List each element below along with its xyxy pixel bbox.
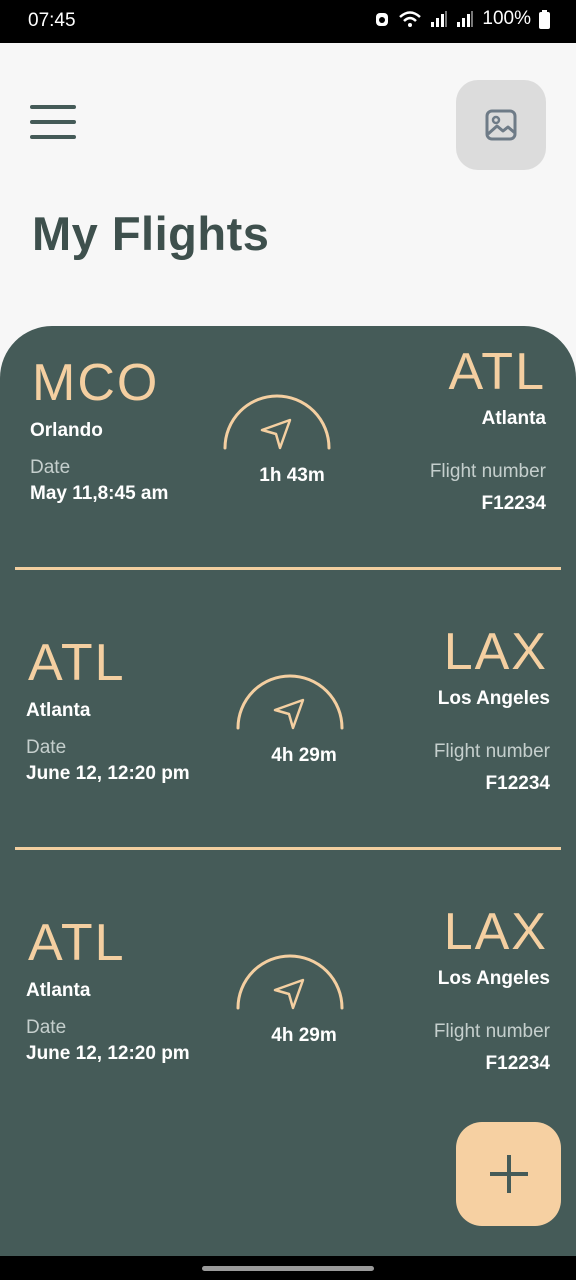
origin-code: MCO xyxy=(32,354,160,412)
destination-code: LAX xyxy=(443,903,548,961)
add-flight-button[interactable] xyxy=(456,1122,561,1226)
signal-icon-2 xyxy=(457,11,474,27)
navigation-arrow-icon xyxy=(273,698,305,730)
flight-card[interactable]: MCO Orlando Date May 11,8:45 am 1h 43m A… xyxy=(0,326,576,566)
destination-code: ATL xyxy=(448,343,546,401)
image-button[interactable] xyxy=(456,80,546,170)
origin-city: Orlando xyxy=(30,420,103,441)
flights-list: MCO Orlando Date May 11,8:45 am 1h 43m A… xyxy=(0,326,576,1256)
status-bar: 07:45 100% xyxy=(0,0,576,43)
page-title: My Flights xyxy=(32,207,270,260)
flight-date: May 11,8:45 am xyxy=(30,483,169,504)
origin-code: ATL xyxy=(28,634,126,692)
flight-number-label: Flight number xyxy=(429,461,546,482)
navigation-arrow-icon xyxy=(260,418,292,450)
flight-number-label: Flight number xyxy=(433,741,550,762)
origin-city: Atlanta xyxy=(26,980,91,1001)
flight-duration: 1h 43m xyxy=(259,465,325,486)
destination-code: LAX xyxy=(443,623,548,681)
menu-line xyxy=(30,120,76,124)
status-icons: 100% xyxy=(374,8,550,30)
flight-date: June 12, 12:20 pm xyxy=(26,763,190,784)
status-time: 07:45 xyxy=(28,10,76,31)
origin-code: ATL xyxy=(28,914,126,972)
system-nav-bar xyxy=(0,1256,576,1280)
home-indicator[interactable] xyxy=(202,1266,374,1271)
image-icon xyxy=(485,109,517,141)
origin-city: Atlanta xyxy=(26,700,91,721)
flight-number: F12234 xyxy=(481,493,546,514)
flight-card[interactable]: ATL Atlanta Date June 12, 12:20 pm 4h 29… xyxy=(0,606,576,846)
flight-card[interactable]: ATL Atlanta Date June 12, 12:20 pm 4h 29… xyxy=(0,886,576,1126)
date-label: Date xyxy=(26,1017,67,1038)
menu-button[interactable] xyxy=(30,105,76,139)
flight-number: F12234 xyxy=(485,1053,550,1074)
destination-city: Los Angeles xyxy=(437,968,550,989)
divider xyxy=(15,567,561,570)
date-label: Date xyxy=(26,737,67,758)
navigation-arrow-icon xyxy=(273,978,305,1010)
destination-city: Atlanta xyxy=(481,408,546,429)
flight-number: F12234 xyxy=(485,773,550,794)
wifi-icon xyxy=(399,11,422,27)
flight-date: June 12, 12:20 pm xyxy=(26,1043,190,1064)
signal-icon xyxy=(431,11,448,27)
hamburger-menu-icon xyxy=(30,105,76,109)
alarm-icon xyxy=(376,13,389,26)
menu-line xyxy=(30,135,76,139)
flight-duration: 4h 29m xyxy=(271,745,337,766)
flight-number-label: Flight number xyxy=(433,1021,550,1042)
flight-duration: 4h 29m xyxy=(271,1025,337,1046)
destination-city: Los Angeles xyxy=(437,688,550,709)
divider xyxy=(15,847,561,850)
battery-icon xyxy=(539,9,550,29)
battery-percent: 100% xyxy=(482,8,531,29)
date-label: Date xyxy=(30,457,71,478)
plus-icon xyxy=(489,1155,528,1193)
